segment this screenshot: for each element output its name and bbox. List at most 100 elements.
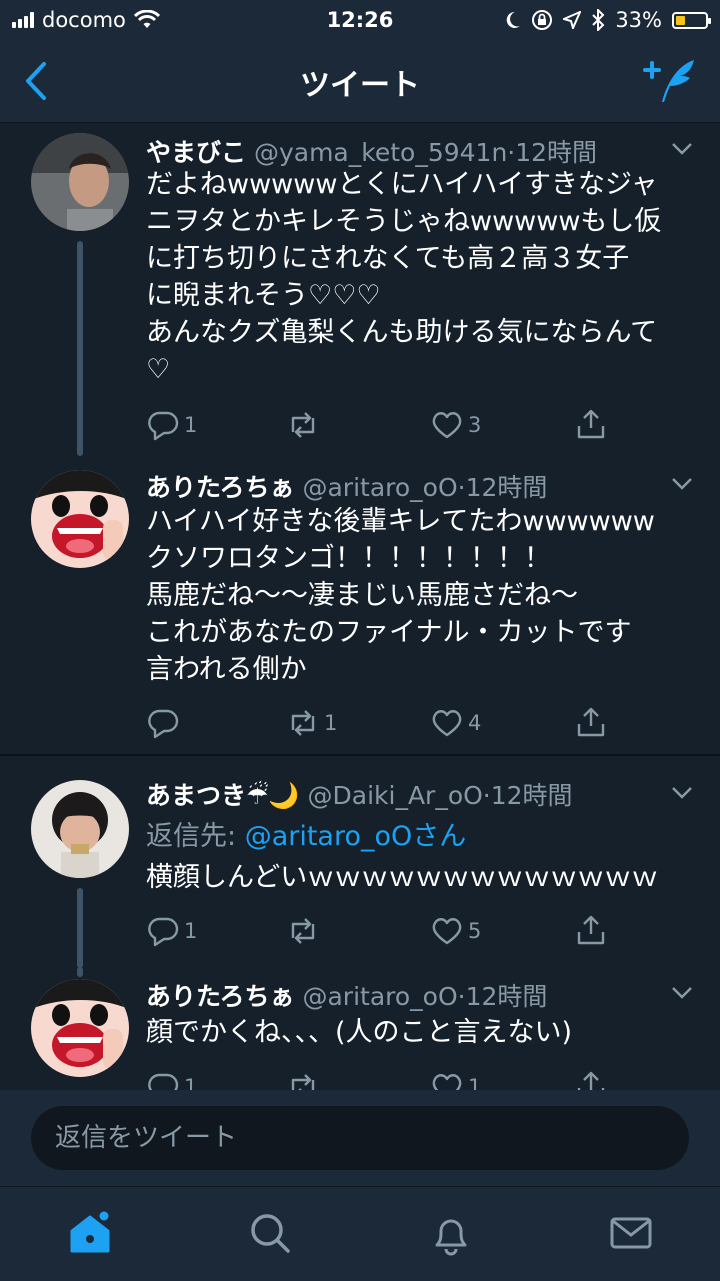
status-right: 33% <box>503 8 711 32</box>
retweet-icon <box>291 918 315 944</box>
like-count: 4 <box>468 711 482 735</box>
avatar[interactable] <box>31 780 129 878</box>
retweet-count: 1 <box>324 711 338 735</box>
rotation-lock-icon <box>532 10 553 30</box>
share-button[interactable] <box>574 405 608 445</box>
display-name[interactable]: やまびこ <box>146 138 246 167</box>
like-button[interactable]: 3 <box>430 405 481 445</box>
chevron-down-icon[interactable] <box>670 141 694 157</box>
reply-button[interactable]: 1 <box>146 911 197 951</box>
display-name[interactable]: あまつき☔🌙 <box>146 781 300 810</box>
search-icon[interactable] <box>246 1209 294 1257</box>
chevron-down-icon[interactable] <box>670 785 694 801</box>
display-name[interactable]: ありたろちぁ <box>146 982 295 1011</box>
share-icon <box>577 1071 605 1090</box>
retweet-button[interactable]: 1 <box>286 703 337 743</box>
tweet-yamabiko[interactable]: やまびこ @yama_keto_5941n·12時間 だよねwwwwwとくにハイ… <box>0 123 720 458</box>
tweet-actions: 1 1 <box>146 1067 626 1090</box>
tweet-text: ハイハイ好きな後輩キレてたわwwwwww クソワロタンゴ！！！！！！！！ 馬鹿だ… <box>146 506 655 685</box>
reply-button[interactable]: 1 <box>146 1067 197 1090</box>
battery-fill <box>676 15 685 25</box>
reply-button[interactable] <box>146 703 184 743</box>
reply-icon <box>148 411 179 441</box>
avatar[interactable] <box>31 470 129 568</box>
retweet-button[interactable] <box>286 911 324 951</box>
reply-icon <box>148 917 179 947</box>
heart-icon <box>432 918 462 945</box>
tweet-text: だよねwwwwwとくにハイハイすきなジャ ニヲタとかキレそうじゃねwwwwwもし… <box>146 169 662 385</box>
reply-composer <box>0 1090 720 1186</box>
tweet-header: ありたろちぁ @aritaro_oO·12時間 <box>146 468 650 504</box>
reply-icon <box>148 709 179 739</box>
moon-icon <box>507 11 521 28</box>
home-icon[interactable] <box>66 1209 114 1257</box>
divider <box>0 754 720 756</box>
user-handle[interactable]: @Daiki_Ar_oO <box>308 781 483 810</box>
bell-icon[interactable] <box>427 1209 475 1257</box>
mail-icon[interactable] <box>607 1209 655 1257</box>
share-icon <box>577 707 605 737</box>
reply-icon <box>148 1073 179 1090</box>
tweet-time: ·12時間 <box>507 138 598 167</box>
like-button[interactable]: 5 <box>430 911 481 951</box>
like-count: 3 <box>468 413 482 437</box>
user-handle[interactable]: @yama_keto_5941n <box>254 138 507 167</box>
avatar[interactable] <box>31 979 129 1077</box>
heart-icon <box>432 710 462 737</box>
avatar[interactable] <box>31 133 129 231</box>
share-icon <box>577 915 605 945</box>
retweet-icon <box>291 710 315 736</box>
bluetooth-icon <box>592 9 605 31</box>
retweet-button[interactable] <box>286 1067 324 1090</box>
conversation-timeline[interactable]: やまびこ @yama_keto_5941n·12時間 だよねwwwwwとくにハイ… <box>0 123 720 1090</box>
tweet-text: 横顔しんどいｗｗｗｗｗｗｗｗｗｗｗｗｗ <box>146 862 659 893</box>
retweet-button[interactable] <box>286 405 324 445</box>
tweet-time: ·12時間 <box>457 473 548 502</box>
thread-line <box>77 241 83 456</box>
tweet-text: 顔でかくね、、、(人のこと言えない) <box>146 1017 573 1048</box>
like-button[interactable]: 4 <box>430 703 481 743</box>
compose-tweet-button[interactable] <box>642 54 698 108</box>
tweet-actions: 1 5 <box>146 911 626 951</box>
reply-count: 1 <box>184 919 198 943</box>
share-button[interactable] <box>574 703 608 743</box>
nav-bar: ツイート <box>0 40 720 123</box>
user-handle[interactable]: @aritaro_oO <box>302 982 457 1011</box>
like-count: 1 <box>468 1075 482 1090</box>
share-icon <box>577 409 605 439</box>
battery-icon <box>672 11 711 29</box>
reply-to-label: 返信先: <box>146 821 245 852</box>
tweet-time: ·12時間 <box>457 982 548 1011</box>
reply-input[interactable] <box>31 1106 689 1170</box>
tweet-actions: 1 4 <box>146 703 626 743</box>
chevron-down-icon[interactable] <box>670 476 694 492</box>
tweet-time: ·12時間 <box>482 781 573 810</box>
location-icon <box>563 11 582 29</box>
display-name[interactable]: ありたろちぁ <box>146 473 295 502</box>
page-title: ツイート <box>300 68 420 103</box>
chevron-down-icon[interactable] <box>670 985 694 1001</box>
user-handle[interactable]: @aritaro_oO <box>302 473 457 502</box>
tweet-amatsuki[interactable]: あまつき☔🌙 @Daiki_Ar_oO·12時間 返信先: @aritaro_o… <box>0 767 720 968</box>
tweet-aritaro-2[interactable]: ありたろちぁ @aritaro_oO·12時間 顔でかくね、、、(人のこと言えな… <box>0 967 720 1090</box>
retweet-icon <box>291 412 315 438</box>
share-button[interactable] <box>574 911 608 951</box>
share-button[interactable] <box>574 1067 608 1090</box>
tweet-aritaro-1[interactable]: ありたろちぁ @aritaro_oO·12時間 ハイハイ好きな後輩キレてたわww… <box>0 458 720 754</box>
reply-button[interactable]: 1 <box>146 405 197 445</box>
tweet-header: ありたろちぁ @aritaro_oO·12時間 <box>146 977 650 1013</box>
tweet-actions: 1 3 <box>146 405 626 445</box>
status-bar: docomo 12:26 33% <box>0 0 720 40</box>
tweet-header: あまつき☔🌙 @Daiki_Ar_oO·12時間 <box>146 776 650 812</box>
retweet-icon <box>291 1074 315 1090</box>
tweet-header: やまびこ @yama_keto_5941n·12時間 <box>146 133 650 169</box>
reply-to-line: 返信先: @aritaro_oOさん <box>146 814 466 853</box>
bottom-tab-bar <box>0 1186 720 1281</box>
reply-to-link[interactable]: @aritaro_oOさん <box>245 821 467 852</box>
like-button[interactable]: 1 <box>430 1067 481 1090</box>
like-count: 5 <box>468 919 482 943</box>
thread-line <box>77 888 83 968</box>
heart-icon <box>432 1074 462 1090</box>
battery-percent: 33% <box>615 8 662 32</box>
reply-count: 1 <box>184 413 198 437</box>
